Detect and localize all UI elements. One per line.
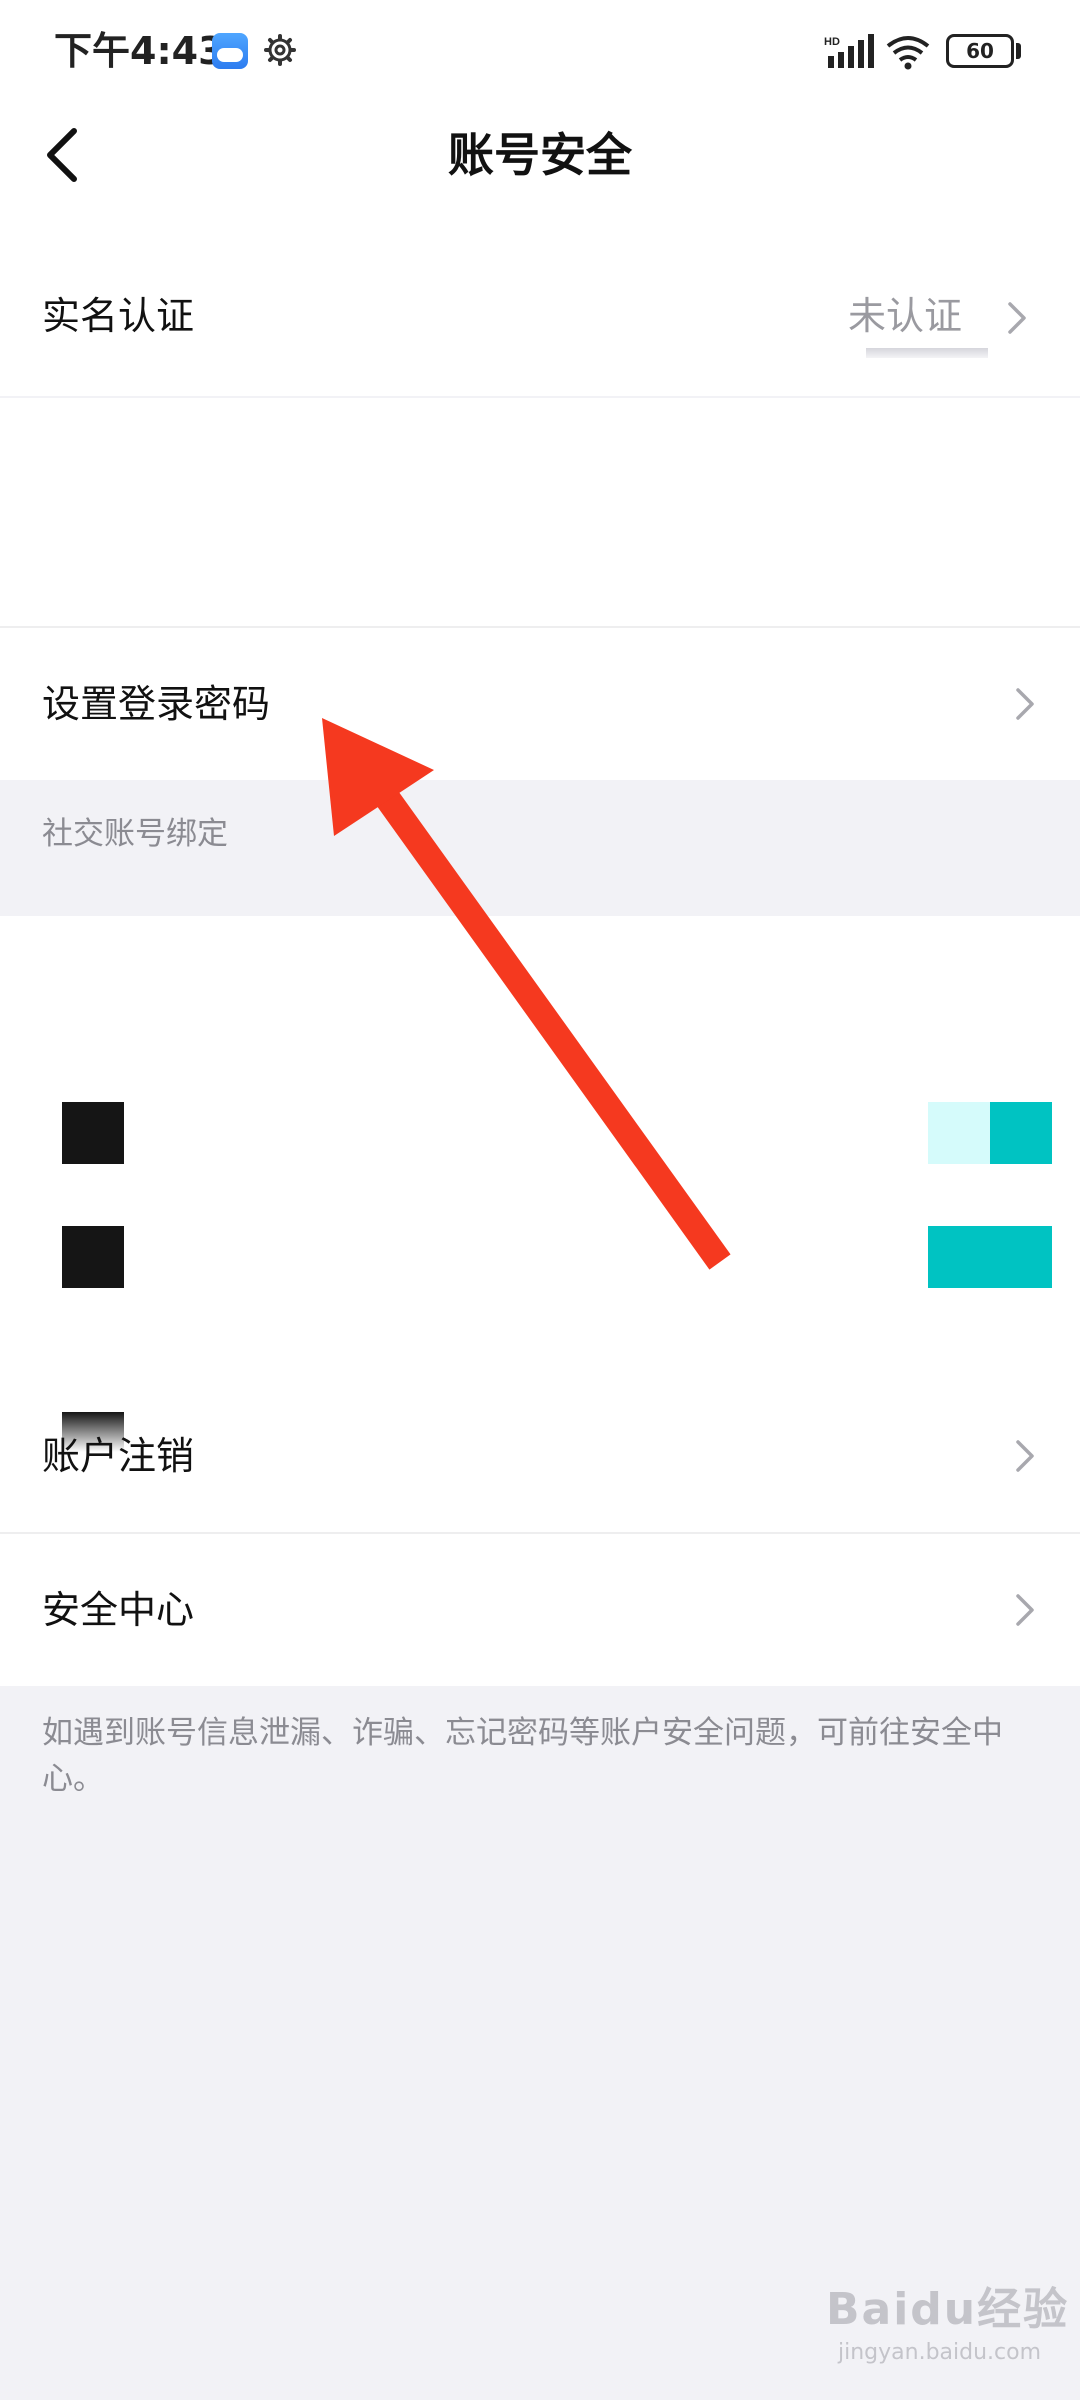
toggle-track (928, 1102, 990, 1164)
status-time: 下午4:43 (54, 29, 225, 73)
toggle-switch[interactable] (928, 1226, 1052, 1288)
watermark-logo: Baidu经验 (826, 2284, 1070, 2335)
watermark-url: jingyan.baidu.com (838, 2340, 1042, 2365)
chevron-right-icon (1008, 302, 1026, 334)
chevron-right-icon (1016, 688, 1034, 720)
wifi-icon (886, 36, 930, 70)
chevron-right-icon (1016, 1440, 1034, 1472)
deactivate-label[interactable]: 账户注销 (42, 1428, 194, 1484)
status-underline (866, 348, 988, 358)
blank-area (0, 398, 1080, 626)
chevron-right-icon (1016, 1594, 1034, 1626)
network-badge: HD (824, 36, 840, 48)
weather-cloud-shape (217, 48, 243, 62)
page-title: 账号安全 (448, 128, 632, 182)
toggle-switch[interactable] (990, 1102, 1052, 1164)
security-center-label: 安全中心 (42, 1588, 195, 1632)
battery-icon: 60 (946, 34, 1014, 68)
real-name-status: 未认证 (847, 294, 962, 338)
real-name-label: 实名认证 (42, 294, 195, 338)
set-password-label: 设置登录密码 (42, 682, 271, 726)
battery-tip (1016, 43, 1021, 59)
section-caption-social: 社交账号绑定 (42, 816, 228, 852)
redacted-icon (62, 1102, 124, 1164)
security-help-text: 如遇到账号信息泄漏、诈骗、忘记密码等账户安全问题，可前往安全中心。 (42, 1715, 1003, 1797)
redacted-icon (62, 1226, 124, 1288)
signal-icon: HD (824, 34, 874, 68)
gear-icon (264, 34, 296, 66)
